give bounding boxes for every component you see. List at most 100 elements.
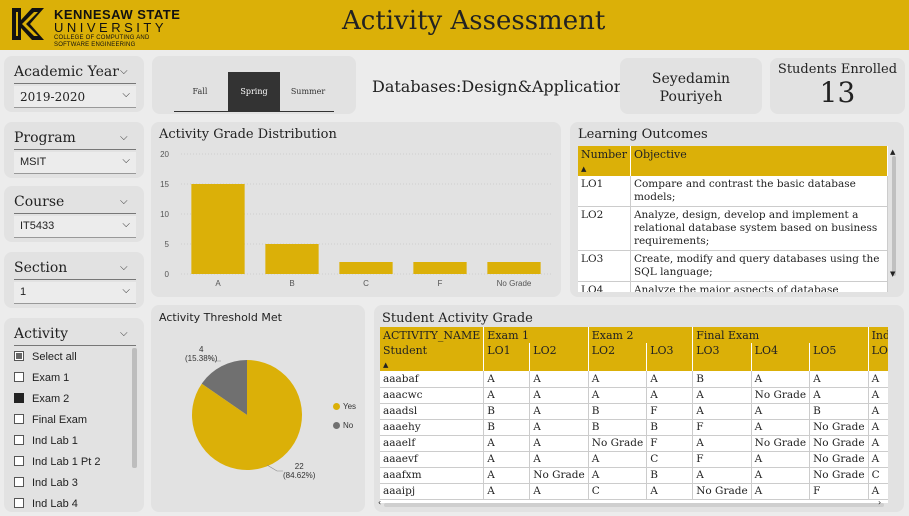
activity-item-label: Ind Lab 1 bbox=[32, 435, 78, 447]
horizontal-scrollbar[interactable] bbox=[384, 503, 884, 507]
activity-item[interactable]: Exam 2 bbox=[14, 390, 69, 408]
lo-column-header[interactable]: LO5 bbox=[809, 343, 869, 371]
lo-column-number[interactable]: Number ▲ bbox=[578, 146, 631, 176]
grade-cell: A bbox=[751, 451, 811, 468]
program-dropdown[interactable]: MSIT ⌵ bbox=[14, 152, 136, 174]
scroll-left-icon[interactable]: ‹ bbox=[378, 498, 381, 507]
grade-cell: A bbox=[483, 371, 531, 388]
bar-a[interactable] bbox=[191, 184, 245, 274]
y-tick-label: 10 bbox=[160, 210, 169, 219]
grade-cell: F bbox=[692, 419, 752, 436]
tab-spring[interactable]: Spring bbox=[228, 72, 280, 112]
section-label: Section bbox=[14, 260, 68, 276]
grade-cell: F bbox=[646, 403, 694, 420]
checkbox[interactable] bbox=[14, 498, 24, 508]
table-row[interactable]: aaacwc A A A A A No Grade A A bbox=[380, 387, 888, 404]
activity-item[interactable]: Final Exam bbox=[14, 411, 87, 429]
checkbox[interactable] bbox=[14, 435, 24, 445]
bar-no-grade[interactable] bbox=[487, 262, 541, 274]
activity-item[interactable]: Exam 1 bbox=[14, 369, 69, 387]
activity-item[interactable]: Ind Lab 4 bbox=[14, 495, 78, 512]
term-tabs-underline bbox=[174, 111, 334, 112]
checkbox[interactable] bbox=[14, 414, 24, 424]
tab-summer[interactable]: Summer bbox=[282, 72, 334, 112]
activity-column-header[interactable]: Final Exam bbox=[692, 327, 869, 343]
x-tick-label: C bbox=[363, 279, 369, 288]
table-row[interactable]: aaafxm A No Grade A B A A No Grade C bbox=[380, 467, 888, 484]
course-dropdown[interactable]: IT5433 ⌵ bbox=[14, 216, 136, 238]
chevron-down-icon[interactable]: ⌵ bbox=[120, 132, 128, 143]
y-tick-label: 5 bbox=[165, 240, 170, 249]
grade-cell: A bbox=[692, 435, 752, 452]
instructor-first-name: Seyedamin bbox=[651, 71, 731, 87]
table-row: LO3 Create, modify and query databases us… bbox=[578, 250, 889, 282]
activity-column-header[interactable]: Ind Lab 1 bbox=[868, 327, 888, 343]
student-header[interactable]: Student ▲ bbox=[380, 343, 485, 371]
chevron-down-icon[interactable]: ⌵ bbox=[120, 262, 128, 273]
bar-b[interactable] bbox=[265, 244, 319, 274]
grade-cell: A bbox=[868, 403, 888, 420]
lo-number-cell: LO1 bbox=[578, 176, 631, 207]
lo-column-objective[interactable]: Objective bbox=[630, 146, 889, 176]
table-row[interactable]: aaadsl B A B F A A B A bbox=[380, 403, 888, 420]
lo-column-header[interactable]: LO1 bbox=[483, 343, 531, 371]
checkbox[interactable] bbox=[14, 456, 24, 466]
activity-scrollbar[interactable] bbox=[132, 348, 137, 468]
activity-item[interactable]: Ind Lab 1 Pt 2 bbox=[14, 453, 101, 471]
pie-leader-yes bbox=[266, 464, 283, 472]
table-row[interactable]: aaaipj A A C A No Grade A F A bbox=[380, 483, 888, 500]
student-grade-table-wrap[interactable]: ACTIVITY_NAMEExam 1Exam 2Final ExamInd L… bbox=[380, 327, 888, 503]
section-slicer: Section ⌵ 1 ⌵ bbox=[4, 252, 144, 308]
lo-column-header[interactable]: LO2 bbox=[529, 343, 589, 371]
activity-item[interactable]: Select all bbox=[14, 348, 77, 366]
legend-yes[interactable]: Yes bbox=[333, 402, 356, 411]
chevron-down-icon[interactable]: ⌵ bbox=[120, 66, 128, 77]
academic-year-dropdown[interactable]: 2019-2020 ⌵ bbox=[14, 86, 136, 108]
threshold-card: Activity Threshold Met 4 (15.38%) 22 (84… bbox=[151, 305, 365, 512]
activity-item[interactable]: Ind Lab 1 bbox=[14, 432, 78, 450]
grade-cell: C bbox=[868, 467, 888, 484]
grade-cell: A bbox=[588, 387, 648, 404]
x-tick-label: F bbox=[438, 279, 443, 288]
scroll-up-icon[interactable]: ▲ bbox=[890, 148, 895, 156]
chevron-down-icon[interactable]: ⌵ bbox=[120, 328, 128, 339]
grade-cell: No Grade bbox=[809, 467, 869, 484]
scroll-right-icon[interactable]: › bbox=[878, 498, 881, 507]
grade-cell: C bbox=[646, 451, 694, 468]
grade-cell: A bbox=[868, 483, 888, 500]
legend-no[interactable]: No bbox=[333, 421, 353, 430]
activity-column-header[interactable]: Exam 2 bbox=[588, 327, 694, 343]
grade-cell: A bbox=[529, 435, 589, 452]
grade-cell: No Grade bbox=[809, 435, 869, 452]
table-row[interactable]: aaaelf A A No Grade F A No Grade No Grade A bbox=[380, 435, 888, 452]
activity-column-header[interactable]: Exam 1 bbox=[483, 327, 589, 343]
grade-cell: F bbox=[646, 435, 694, 452]
lo-objective-cell: Analyze, design, develop and implement a… bbox=[630, 206, 889, 251]
lo-column-header[interactable]: LO4 bbox=[751, 343, 811, 371]
student-id-cell: aaafxm bbox=[380, 467, 485, 484]
checkbox[interactable] bbox=[14, 393, 24, 403]
activity-item[interactable]: Ind Lab 3 bbox=[14, 474, 78, 492]
pie-label-yes-count: 22 bbox=[294, 462, 304, 471]
lo-column-header[interactable]: LO3 bbox=[646, 343, 694, 371]
table-row: LO1 Compare and contrast the basic databa… bbox=[578, 176, 889, 207]
section-dropdown[interactable]: 1 ⌵ bbox=[14, 282, 136, 304]
chevron-down-icon[interactable]: ⌵ bbox=[120, 196, 128, 207]
tab-fall[interactable]: Fall bbox=[174, 72, 226, 112]
lo-scrollbar[interactable] bbox=[892, 156, 896, 276]
grade-cell: A bbox=[529, 451, 589, 468]
bar-c[interactable] bbox=[339, 262, 393, 274]
table-row[interactable]: aaabaf A A A A B A A A bbox=[380, 371, 888, 388]
lo-objective-cell: Create, modify and query databases using… bbox=[630, 250, 889, 282]
table-row[interactable]: aaaehy B A B B F A No Grade A bbox=[380, 419, 888, 436]
grade-cell: A bbox=[529, 387, 589, 404]
lo-column-header[interactable]: LO2 bbox=[588, 343, 648, 371]
checkbox[interactable] bbox=[14, 372, 24, 382]
checkbox[interactable] bbox=[14, 351, 24, 361]
bar-f[interactable] bbox=[413, 262, 467, 274]
lo-column-header[interactable]: LO1 bbox=[868, 343, 888, 371]
checkbox[interactable] bbox=[14, 477, 24, 487]
table-row[interactable]: aaaevf A A A C F A No Grade A bbox=[380, 451, 888, 468]
lo-column-header[interactable]: LO3 bbox=[692, 343, 752, 371]
scroll-down-icon[interactable]: ▼ bbox=[890, 270, 895, 278]
